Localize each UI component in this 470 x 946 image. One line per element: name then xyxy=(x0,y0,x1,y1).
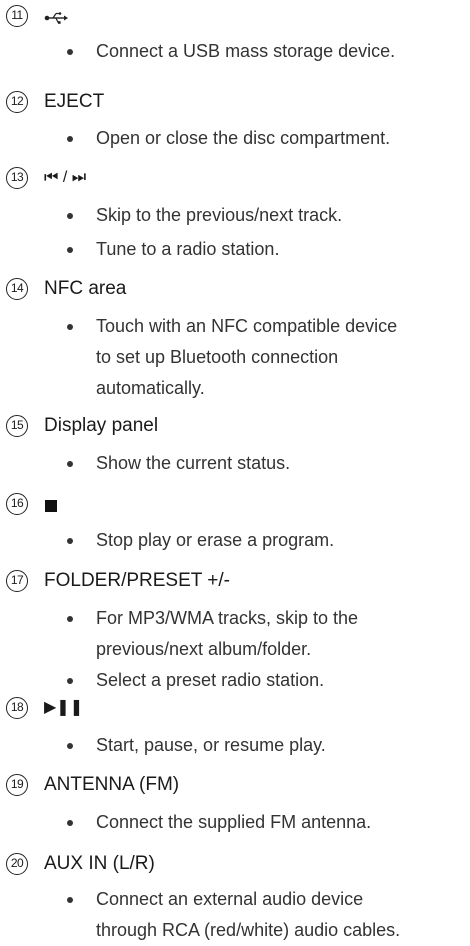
bullet-text: Touch with an NFC compatible device xyxy=(96,316,398,336)
bullet-dot xyxy=(67,743,73,749)
item-number: 13 xyxy=(6,167,28,189)
bullet-text: Start, pause, or resume play. xyxy=(96,735,326,755)
item-number: 14 xyxy=(6,278,28,300)
bullet-text: previous/next album/folder. xyxy=(96,639,312,659)
bullet-dot xyxy=(67,616,73,622)
bullet-dot xyxy=(67,897,73,903)
item-title: NFC area xyxy=(44,278,127,299)
usb-icon xyxy=(44,11,68,25)
manual-page: 11 Connect a USB mass storage device. 12 EJ… xyxy=(0,0,470,940)
item-title: EJECT xyxy=(44,91,105,112)
item-title: Display panel xyxy=(44,415,159,436)
item-title: ▶❚❚ xyxy=(44,699,84,716)
bullet-text: Show the current status. xyxy=(96,453,291,473)
item-number: 16 xyxy=(6,493,28,515)
item-title: ANTENNA (FM) xyxy=(44,774,180,795)
bullet-dot xyxy=(67,538,73,544)
bullet-text: Connect a USB mass storage device. xyxy=(96,41,396,61)
item-title xyxy=(44,497,58,519)
item-title: AUX IN (L/R) xyxy=(44,853,155,874)
bullet-dot xyxy=(67,247,73,253)
bullet-text: Connect an external audio device xyxy=(96,889,364,909)
bullet-text: to set up Bluetooth connection xyxy=(96,347,339,367)
bullet-dot xyxy=(67,213,73,219)
bullet-dot xyxy=(67,820,73,826)
item-number: 15 xyxy=(6,415,28,437)
item-number: 20 xyxy=(6,853,28,875)
item-number: 17 xyxy=(6,570,28,592)
bullet-text: Stop play or erase a program. xyxy=(96,530,335,550)
bullet-text: Open or close the disc compartment. xyxy=(96,128,391,148)
item-number: 12 xyxy=(6,91,28,113)
item-title: FOLDER/PRESET +/- xyxy=(44,570,231,591)
bullet-text: Tune to a radio station. xyxy=(96,239,280,259)
bullet-dot xyxy=(67,49,73,55)
bullet-dot xyxy=(67,678,73,684)
item-title: ⏮ / ⏭ xyxy=(44,169,87,186)
item-number: 18 xyxy=(6,697,28,719)
bullet-text: For MP3/WMA tracks, skip to the xyxy=(96,608,359,628)
bullet-text: Select a preset radio station. xyxy=(96,670,325,690)
bullet-dot xyxy=(67,461,73,467)
item-number: 19 xyxy=(6,774,28,796)
item-number: 11 xyxy=(6,5,28,27)
bullet-text: through RCA (red/white) audio cables. xyxy=(96,920,401,940)
bullet-text: Skip to the previous/next track. xyxy=(96,205,343,225)
item-title xyxy=(44,9,68,31)
bullet-text: automatically. xyxy=(96,378,205,398)
bullet-dot xyxy=(67,136,73,142)
bullet-dot xyxy=(67,324,73,330)
stop-icon xyxy=(44,499,58,513)
bullet-text: Connect the supplied FM antenna. xyxy=(96,812,372,832)
